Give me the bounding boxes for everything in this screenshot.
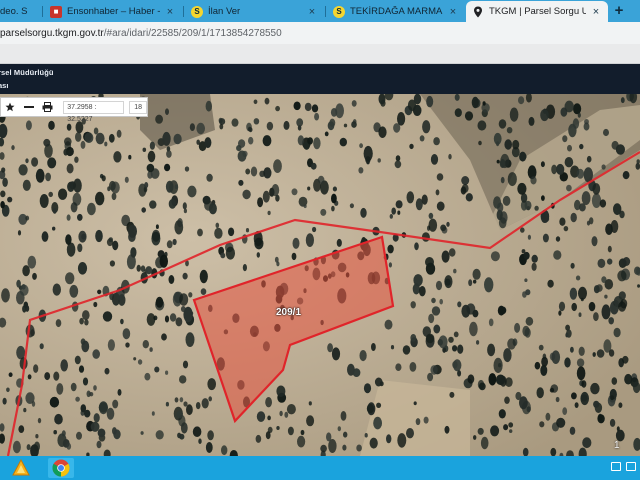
taskbar [0, 456, 640, 480]
close-icon[interactable]: × [447, 6, 459, 18]
tab-label: deo. S [0, 6, 28, 17]
header-subtitle: ası [0, 81, 9, 90]
tab-label: TKGM | Parsel Sorgu Uygulama [489, 6, 586, 17]
close-icon[interactable]: × [306, 6, 318, 18]
start-button[interactable] [10, 458, 32, 478]
parcel-label: 209/1 [276, 307, 302, 318]
s-favicon: S [333, 5, 345, 18]
coordinate-readout: 37.2958 : 32.5227 [63, 100, 125, 123]
tab-strip: deo. S ■ Ensonhaber – Haber - Haberle × … [0, 0, 640, 22]
tab-tkgm[interactable]: TKGM | Parsel Sorgu Uygulama × [466, 1, 608, 22]
close-icon[interactable]: × [164, 6, 176, 18]
map-toolbar: 37.2958 : 32.5227 18 [0, 97, 148, 123]
tab-video[interactable]: deo. S [0, 1, 42, 22]
tray-icon[interactable] [611, 462, 621, 471]
s-favicon: S [191, 5, 203, 18]
tray-icon[interactable] [626, 462, 636, 471]
url-path: /#ara/idari/22585/209/1/1713854278550 [103, 27, 282, 39]
map-canvas[interactable] [0, 94, 640, 456]
print-icon[interactable] [39, 98, 58, 116]
tab-tekirdag[interactable]: S TEKİRDAĞA MARMARAEREĞLİ × [327, 1, 465, 22]
site-header: rsel Müdürlüğü ası [0, 64, 640, 94]
tab-label: TEKİRDAĞA MARMARAEREĞLİ [350, 6, 443, 17]
new-tab-button[interactable]: + [609, 2, 629, 20]
star-icon[interactable] [1, 98, 20, 116]
chrome-icon[interactable] [48, 458, 74, 478]
tab-ensonhaber[interactable]: ■ Ensonhaber – Haber - Haberle × [44, 1, 182, 22]
tab-ilan-ver[interactable]: S İlan Ver × [185, 1, 324, 22]
url-host: parselsorgu.tkgm.gov.tr [0, 27, 104, 39]
map-edge-label: 1 [614, 440, 620, 451]
location-pin-icon [472, 6, 484, 18]
measure-line-icon[interactable] [20, 98, 39, 116]
satellite-map[interactable] [0, 94, 640, 456]
header-title: rsel Müdürlüğü [0, 68, 54, 77]
tab-label: Ensonhaber – Haber - Haberle [67, 6, 160, 17]
bookmarks-bar [0, 44, 640, 64]
ensonhaber-favicon: ■ [50, 5, 62, 18]
close-icon[interactable]: × [590, 6, 602, 18]
tab-label: İlan Ver [208, 6, 241, 17]
zoom-level: 18 [129, 100, 147, 114]
address-bar[interactable]: parselsorgu.tkgm.gov.tr/#ara/idari/22585… [0, 22, 640, 44]
